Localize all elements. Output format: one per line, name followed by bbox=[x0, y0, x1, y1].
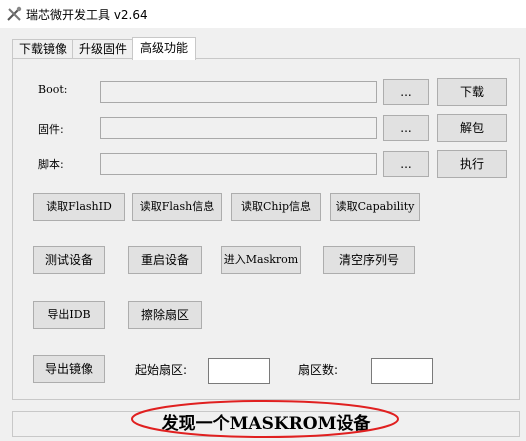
tab-download-image[interactable]: 下载镜像 bbox=[12, 39, 74, 58]
title-bar: 瑞芯微开发工具 v2.64 bbox=[0, 0, 526, 28]
erase-sector-button[interactable]: 擦除扇区 bbox=[128, 301, 202, 329]
firmware-browse-button[interactable]: ... bbox=[383, 115, 429, 141]
boot-label: Boot: bbox=[38, 83, 68, 96]
tab-upgrade-firmware[interactable]: 升级固件 bbox=[72, 39, 134, 58]
execute-button[interactable]: 执行 bbox=[437, 150, 507, 178]
boot-path-field[interactable] bbox=[100, 81, 377, 103]
script-label: 脚本: bbox=[38, 158, 64, 171]
app-tools-icon bbox=[7, 6, 22, 21]
clear-serial-button[interactable]: 清空序列号 bbox=[323, 246, 415, 274]
read-flash-id-button[interactable]: 读取FlashID bbox=[33, 193, 125, 221]
boot-browse-button[interactable]: ... bbox=[383, 79, 429, 105]
advanced-panel: Boot: ... 下载 固件: ... 解包 脚本: ... 执行 读取Fla… bbox=[12, 58, 520, 400]
start-sector-label: 起始扇区: bbox=[135, 363, 188, 377]
annotation-ellipse bbox=[131, 400, 399, 438]
export-idb-button[interactable]: 导出IDB bbox=[33, 301, 105, 329]
enter-maskrom-button[interactable]: 进入Maskrom bbox=[221, 246, 301, 274]
export-image-button[interactable]: 导出镜像 bbox=[33, 355, 105, 383]
unpack-button[interactable]: 解包 bbox=[437, 114, 507, 142]
sector-count-label: 扇区数: bbox=[298, 363, 339, 377]
script-browse-button[interactable]: ... bbox=[383, 151, 429, 177]
tab-advanced[interactable]: 高级功能 bbox=[132, 37, 196, 60]
sector-count-input[interactable] bbox=[371, 358, 433, 384]
test-device-button[interactable]: 测试设备 bbox=[33, 246, 105, 274]
script-path-field[interactable] bbox=[100, 153, 377, 175]
firmware-path-field[interactable] bbox=[100, 117, 377, 139]
download-button[interactable]: 下载 bbox=[437, 78, 507, 106]
firmware-label: 固件: bbox=[38, 123, 64, 136]
reboot-device-button[interactable]: 重启设备 bbox=[128, 246, 202, 274]
read-chip-info-button[interactable]: 读取Chip信息 bbox=[231, 193, 321, 221]
window-title: 瑞芯微开发工具 v2.64 bbox=[26, 8, 148, 22]
read-capability-button[interactable]: 读取Capability bbox=[330, 193, 420, 221]
read-flash-info-button[interactable]: 读取Flash信息 bbox=[132, 193, 222, 221]
start-sector-input[interactable] bbox=[208, 358, 270, 384]
